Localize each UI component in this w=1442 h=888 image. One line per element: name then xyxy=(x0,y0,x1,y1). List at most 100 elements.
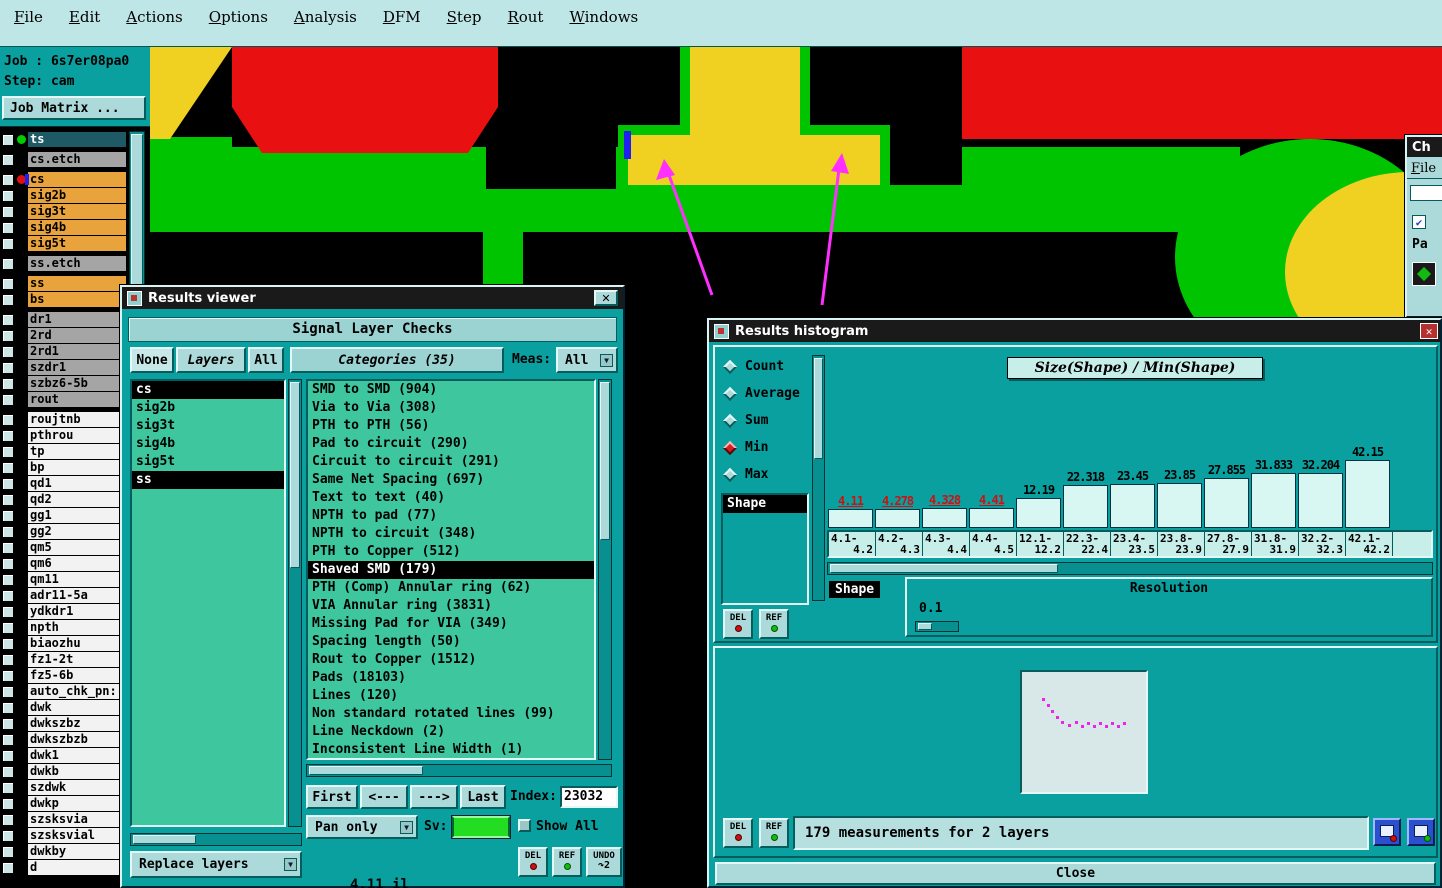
layer-checkbox[interactable] xyxy=(2,293,14,306)
layer-row-qd1[interactable]: qd1 xyxy=(2,476,126,491)
layer-checkbox[interactable] xyxy=(2,205,14,218)
secondary-dialog-titlebar[interactable]: Ch xyxy=(1407,137,1442,157)
layer-row-ss.etch[interactable]: ss.etch xyxy=(2,256,126,271)
layer-checkbox[interactable] xyxy=(2,277,14,290)
category-item[interactable]: Line Neckdown (2) xyxy=(308,723,594,741)
menu-item-step[interactable]: Step xyxy=(447,8,482,46)
category-item[interactable]: Missing Pad for VIA (349) xyxy=(308,615,594,633)
result-window-button-green[interactable] xyxy=(1407,818,1435,846)
layer-checkbox[interactable] xyxy=(2,361,14,374)
stat-option-count[interactable]: Count xyxy=(722,353,800,380)
layer-row-cs[interactable]: cs xyxy=(2,172,126,187)
layer-checkbox[interactable] xyxy=(2,189,14,202)
layer-checkbox[interactable] xyxy=(2,413,14,426)
scrollbar-thumb[interactable] xyxy=(830,564,1058,573)
category-item[interactable]: Shaved SMD (179) xyxy=(308,561,594,579)
layer-checkbox[interactable] xyxy=(2,445,14,458)
result-window-button-red[interactable] xyxy=(1373,818,1401,846)
histogram-bar[interactable] xyxy=(1110,484,1155,528)
tool-icon-button[interactable] xyxy=(1412,262,1436,286)
layer-checkbox[interactable] xyxy=(2,173,14,186)
category-item[interactable]: SMD to SMD (904) xyxy=(308,381,594,399)
histogram-bar[interactable] xyxy=(828,509,873,528)
category-item[interactable]: Text to text (40) xyxy=(308,489,594,507)
layer-row-dwk[interactable]: dwk xyxy=(2,700,126,715)
layer-checkbox[interactable] xyxy=(2,605,14,618)
layer-row-gg2[interactable]: gg2 xyxy=(2,524,126,539)
layer-checkbox[interactable] xyxy=(2,829,14,842)
layer-row-qm11[interactable]: qm11 xyxy=(2,572,126,587)
layer-row-qm5[interactable]: qm5 xyxy=(2,540,126,555)
stat-option-min[interactable]: Min xyxy=(722,434,800,461)
layer-row-d[interactable]: d xyxy=(2,860,126,875)
layer-row-2rd1[interactable]: 2rd1 xyxy=(2,344,126,359)
category-item[interactable]: Spacing length (50) xyxy=(308,633,594,651)
layer-checkbox[interactable] xyxy=(2,257,14,270)
category-item[interactable]: NPTH to pad (77) xyxy=(308,507,594,525)
layer-row-bs[interactable]: bs xyxy=(2,292,126,307)
layer-row-ts[interactable]: ts xyxy=(2,132,126,147)
scrollbar-thumb[interactable] xyxy=(600,382,610,540)
layer-checkbox[interactable] xyxy=(2,329,14,342)
reference-button[interactable]: REF xyxy=(552,847,582,877)
layer-checkbox[interactable] xyxy=(2,133,14,146)
histogram-bar[interactable] xyxy=(1298,473,1343,528)
layer-row-ss[interactable]: ss xyxy=(2,276,126,291)
pan-mode-dropdown[interactable]: Pan only ▼ xyxy=(306,815,418,839)
menu-item-windows[interactable]: Windows xyxy=(569,8,638,46)
layers-button[interactable]: Layers xyxy=(176,347,246,373)
layer-checkbox[interactable] xyxy=(2,765,14,778)
scrollbar-thumb[interactable] xyxy=(290,382,300,568)
layer-row-dwkszbz[interactable]: dwkszbz xyxy=(2,716,126,731)
layer-checkbox[interactable] xyxy=(2,153,14,166)
layer-row-cs.etch[interactable]: cs.etch xyxy=(2,152,126,167)
layer-row-sig5t[interactable]: sig5t xyxy=(2,236,126,251)
layer-row-dwkb[interactable]: dwkb xyxy=(2,764,126,779)
shape-list-item[interactable]: Shape xyxy=(723,495,807,513)
resolution-slider[interactable] xyxy=(915,621,959,632)
menu-item-analysis[interactable]: Analysis xyxy=(294,8,357,46)
layer-checkbox[interactable] xyxy=(2,797,14,810)
histogram-hscrollbar[interactable] xyxy=(827,562,1433,575)
layer-row-dwk1[interactable]: dwk1 xyxy=(2,748,126,763)
layer-row-fz1-2t[interactable]: fz1-2t xyxy=(2,652,126,667)
next-button[interactable]: ---> xyxy=(410,785,458,809)
results-layer-item[interactable]: sig3t xyxy=(132,417,284,435)
prev-button[interactable]: <--- xyxy=(360,785,408,809)
layer-checkbox[interactable] xyxy=(2,377,14,390)
menu-item-edit[interactable]: Edit xyxy=(69,8,100,46)
menu-item-rout[interactable]: Rout xyxy=(507,8,543,46)
layer-list-hscrollbar[interactable] xyxy=(130,833,302,846)
layer-checkbox[interactable] xyxy=(2,861,14,874)
layer-row-fz5-6b[interactable]: fz5-6b xyxy=(2,668,126,683)
category-item[interactable]: Circuit to circuit (291) xyxy=(308,453,594,471)
histogram-bar[interactable] xyxy=(1345,460,1390,528)
layer-checkbox[interactable] xyxy=(2,429,14,442)
results-layer-item[interactable]: cs xyxy=(132,381,284,399)
layer-checkbox[interactable] xyxy=(2,313,14,326)
layer-checkbox[interactable] xyxy=(2,557,14,570)
category-item[interactable]: Pad to circuit (290) xyxy=(308,435,594,453)
category-item[interactable]: Lines (120) xyxy=(308,687,594,705)
category-item[interactable]: Same Net Spacing (697) xyxy=(308,471,594,489)
scrollbar-thumb[interactable] xyxy=(309,766,423,775)
menu-item-file[interactable]: File xyxy=(14,8,43,46)
undo-button[interactable]: UNDO ↷2 xyxy=(586,847,622,877)
all-button[interactable]: All xyxy=(248,347,284,373)
menu-item-dfm[interactable]: DFM xyxy=(383,8,421,46)
layer-row-szsksvial[interactable]: szsksvial xyxy=(2,828,126,843)
layer-row-npth[interactable]: npth xyxy=(2,620,126,635)
layer-checkbox[interactable] xyxy=(2,541,14,554)
layer-checkbox[interactable] xyxy=(2,813,14,826)
layer-checkbox[interactable] xyxy=(2,621,14,634)
sv-color-button[interactable] xyxy=(452,816,510,838)
layer-row-roujtnb[interactable]: roujtnb xyxy=(2,412,126,427)
layer-row-bp[interactable]: bp xyxy=(2,460,126,475)
layer-row-dwkszbzb[interactable]: dwkszbzb xyxy=(2,732,126,747)
layer-row-2rd[interactable]: 2rd xyxy=(2,328,126,343)
layer-row-szsksvia[interactable]: szsksvia xyxy=(2,812,126,827)
layer-row-adr11-5a[interactable]: adr11-5a xyxy=(2,588,126,603)
reference-button[interactable]: REF xyxy=(759,818,789,848)
layer-row-dwkp[interactable]: dwkp xyxy=(2,796,126,811)
close-button[interactable]: ✕ xyxy=(594,290,618,306)
